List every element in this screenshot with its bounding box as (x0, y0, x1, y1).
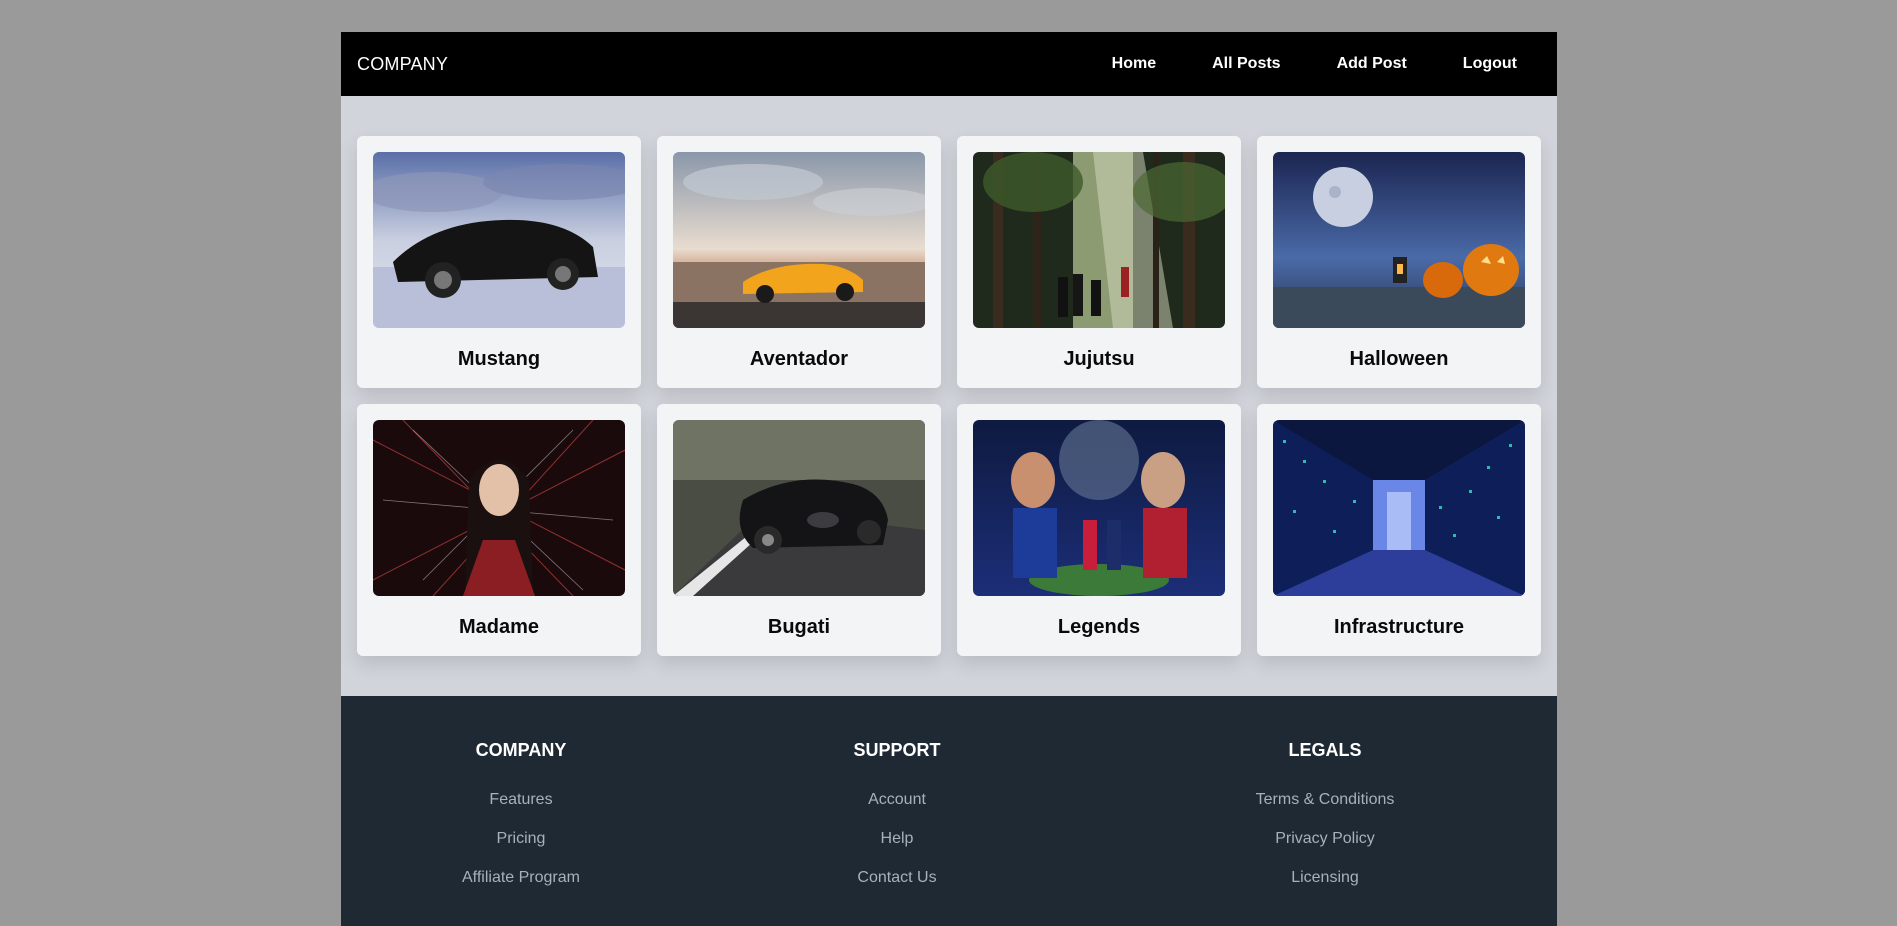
nav-logout[interactable]: Logout (1463, 55, 1517, 73)
post-card-jujutsu[interactable]: Jujutsu (957, 136, 1241, 388)
footer-link-help[interactable]: Help (767, 830, 1027, 848)
footer-link-account[interactable]: Account (767, 791, 1027, 809)
footer-link-pricing[interactable]: Pricing (391, 830, 651, 848)
footer-link-terms-conditions[interactable]: Terms & Conditions (1195, 791, 1455, 809)
brand-logo[interactable]: COMPANY (357, 54, 448, 75)
post-title[interactable]: Legends (1058, 616, 1140, 639)
nav-all-posts[interactable]: All Posts (1212, 55, 1280, 73)
footer-col-support: SUPPORT Account Help Contact Us (767, 740, 1027, 908)
post-image-legends[interactable] (973, 420, 1225, 596)
footer-col-company: COMPANY Features Pricing Affiliate Progr… (391, 740, 651, 908)
nav-links: Home All Posts Add Post Logout (1056, 55, 1517, 73)
nav-add-post[interactable]: Add Post (1337, 55, 1407, 73)
post-image-mustang[interactable] (373, 152, 625, 328)
post-title[interactable]: Bugati (768, 616, 830, 639)
footer-col-legals: LEGALS Terms & Conditions Privacy Policy… (1195, 740, 1455, 908)
post-title[interactable]: Infrastructure (1334, 616, 1464, 639)
post-title[interactable]: Mustang (458, 348, 540, 371)
post-card-legends[interactable]: Legends (957, 404, 1241, 656)
footer-heading: LEGALS (1288, 740, 1362, 760)
footer-link-contact-us[interactable]: Contact Us (767, 869, 1027, 887)
post-title[interactable]: Jujutsu (1063, 348, 1134, 371)
post-image-infrastructure[interactable] (1273, 420, 1525, 596)
post-image-halloween[interactable] (1273, 152, 1525, 328)
footer-link-features[interactable]: Features (391, 791, 651, 809)
nav-home[interactable]: Home (1112, 55, 1156, 73)
posts-grid: Mustang Aventador Jujutsu Halloween Mada… (357, 136, 1541, 656)
post-title[interactable]: Aventador (750, 348, 848, 371)
footer-heading: COMPANY (475, 740, 567, 760)
post-image-madame[interactable] (373, 420, 625, 596)
post-image-aventador[interactable] (673, 152, 925, 328)
footer-link-privacy-policy[interactable]: Privacy Policy (1195, 830, 1455, 848)
footer-link-licensing[interactable]: Licensing (1195, 869, 1455, 887)
post-image-bugati[interactable] (673, 420, 925, 596)
footer-heading: SUPPORT (853, 740, 941, 760)
navbar: COMPANY Home All Posts Add Post Logout (341, 32, 1557, 96)
post-card-aventador[interactable]: Aventador (657, 136, 941, 388)
post-card-madame[interactable]: Madame (357, 404, 641, 656)
post-card-bugati[interactable]: Bugati (657, 404, 941, 656)
post-image-jujutsu[interactable] (973, 152, 1225, 328)
post-card-halloween[interactable]: Halloween (1257, 136, 1541, 388)
post-card-infrastructure[interactable]: Infrastructure (1257, 404, 1541, 656)
footer: COMPANY Features Pricing Affiliate Progr… (341, 696, 1557, 926)
page: COMPANY Home All Posts Add Post Logout M… (341, 32, 1557, 926)
footer-link-affiliate-program[interactable]: Affiliate Program (391, 869, 651, 887)
post-title[interactable]: Madame (459, 616, 539, 639)
post-card-mustang[interactable]: Mustang (357, 136, 641, 388)
post-title[interactable]: Halloween (1350, 348, 1449, 371)
